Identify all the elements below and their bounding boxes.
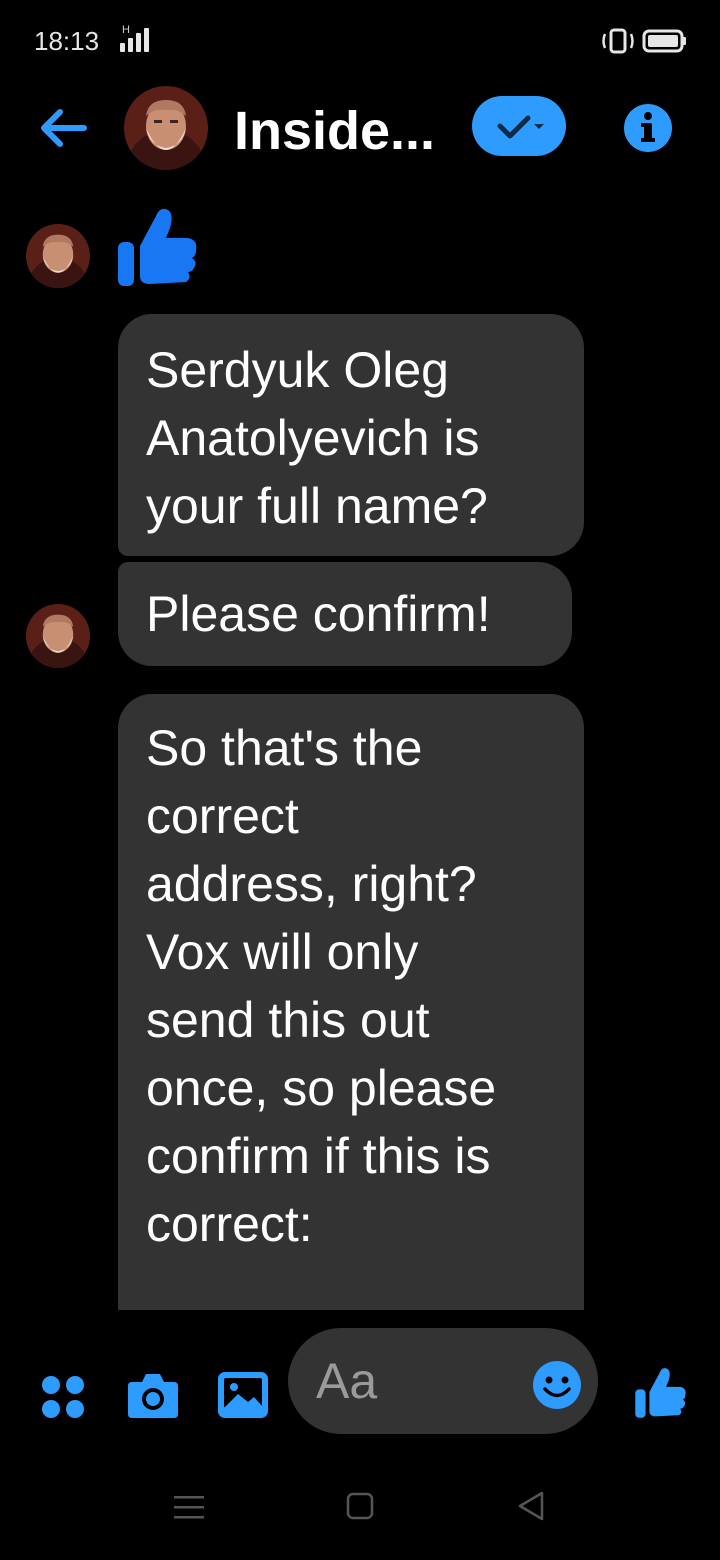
thumbs-up-icon[interactable] <box>634 1364 688 1420</box>
message-input[interactable]: Aa <box>288 1328 598 1434</box>
thumbs-up-icon <box>118 208 197 286</box>
message-text-line: Anatolyevich is <box>146 410 480 466</box>
chat-header: Inside... <box>0 80 720 180</box>
sender-avatar[interactable] <box>26 604 90 668</box>
message-text-line: Vox will only <box>146 924 419 980</box>
message-bubble[interactable]: Please confirm! <box>118 562 572 666</box>
status-time: 18:13 <box>34 26 100 56</box>
message-text-line: correct <box>146 788 299 844</box>
message-bubble[interactable]: So that's the correct address, right? Vo… <box>118 694 584 1310</box>
vibrate-icon <box>602 28 634 54</box>
home-icon[interactable] <box>346 1492 374 1520</box>
apps-icon[interactable] <box>40 1374 86 1420</box>
message-text-line: send this out <box>146 992 430 1048</box>
network-type-label: H <box>122 24 130 36</box>
message-text-line: correct: <box>146 1196 313 1252</box>
back-arrow-icon[interactable] <box>36 104 90 152</box>
sender-avatar[interactable] <box>26 224 90 288</box>
camera-icon[interactable] <box>126 1370 180 1420</box>
check-dropdown-icon <box>497 115 544 139</box>
message-text-line: confirm if this is <box>146 1128 491 1184</box>
contact-avatar[interactable] <box>124 86 208 170</box>
message-bubble[interactable]: Serdyuk Oleg Anatolyevich is your full n… <box>118 314 584 556</box>
messenger-chat-screen: 18:13 H Inside... Serdyuk Oleg Anatolyev… <box>0 0 720 1560</box>
emoji-icon[interactable] <box>532 1360 582 1410</box>
message-text-line: address, right? <box>146 856 477 912</box>
message-text-line: Serdyuk Oleg <box>146 342 449 398</box>
chat-title[interactable]: Inside... <box>234 100 435 162</box>
signal-icon: H <box>114 24 158 52</box>
input-placeholder: Aa <box>316 1353 378 1409</box>
status-bar: 18:13 H <box>0 0 720 80</box>
message-text-line: once, so please <box>146 1060 497 1116</box>
message-text-line: So that's the <box>146 720 423 776</box>
info-icon[interactable] <box>622 102 674 154</box>
battery-icon <box>642 29 686 53</box>
system-nav-bar <box>0 1450 720 1560</box>
menu-icon[interactable] <box>174 1494 204 1520</box>
image-icon[interactable] <box>216 1370 270 1420</box>
back-icon[interactable] <box>516 1490 546 1522</box>
message-text-line: Please confirm! <box>146 586 491 642</box>
check-dropdown-button[interactable] <box>472 96 566 156</box>
message-text-line: your full name? <box>146 478 488 534</box>
message-composer: Aa <box>0 1310 720 1450</box>
